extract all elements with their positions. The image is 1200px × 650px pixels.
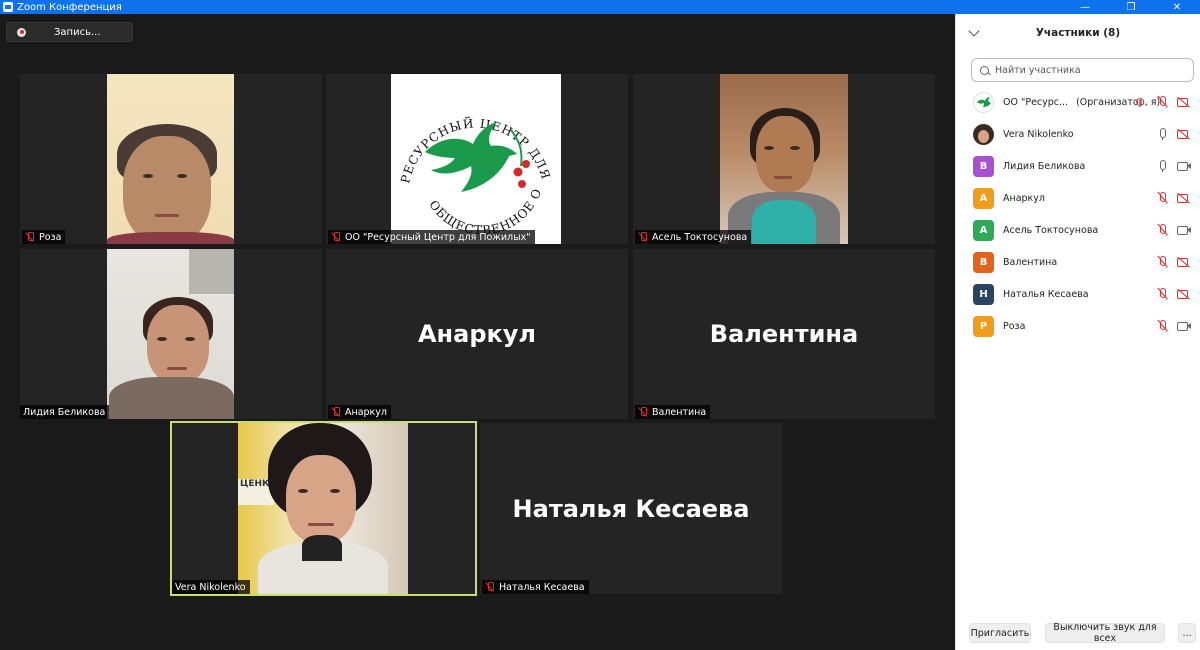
participants-header: Участники (8) [956, 14, 1200, 52]
participant-video: ЦЕНКА [238, 423, 408, 594]
participants-panel: Участники (8) ОО "Ресурс... (Организатор… [955, 14, 1200, 650]
participant-row[interactable]: А Анаркул [956, 182, 1200, 214]
recording-icon [1133, 95, 1147, 109]
video-tile-vera-active-speaker[interactable]: ЦЕНКА Vera Nikolenko [170, 421, 477, 596]
participant-name-tag: Vera Nikolenko [172, 580, 250, 594]
avatar-initial: Р [973, 315, 994, 337]
search-input[interactable] [995, 64, 1185, 76]
participant-row[interactable]: А Асель Токтосунова [956, 214, 1200, 246]
participant-video [107, 74, 234, 244]
camera-off-icon[interactable] [1177, 127, 1191, 141]
participant-display-name: Анаркул [417, 320, 537, 348]
window-title: Zoom Конференция [17, 1, 122, 13]
camera-off-icon[interactable] [1177, 191, 1191, 205]
mic-muted-icon [638, 407, 648, 417]
more-options-button[interactable]: ... [1178, 623, 1196, 643]
organization-avatar [973, 91, 994, 113]
avatar-photo [973, 123, 994, 145]
mic-muted-icon [638, 232, 648, 242]
participant-row[interactable]: Vera Nikolenko [956, 118, 1200, 150]
video-gallery: Запись... Роза РЕСУРСНЫЙ ЦЕНТР ДЛЯ ПО [0, 14, 955, 650]
mic-muted-icon[interactable] [1155, 287, 1169, 301]
restore-button[interactable]: ❐ [1108, 0, 1154, 14]
camera-icon[interactable] [1177, 319, 1191, 333]
video-tile-anarkul[interactable]: Анаркул Анаркул [326, 249, 628, 419]
logo-graphic: РЕСУРСНЫЙ ЦЕНТР ДЛЯ ПОЖИЛЫХ ОБЩЕСТВЕННОЕ… [384, 74, 553, 237]
participant-row[interactable]: ОО "Ресурс... (Организатор, я) [956, 86, 1200, 118]
mic-muted-icon[interactable] [1155, 319, 1169, 333]
recording-indicator[interactable]: Запись... [6, 22, 133, 42]
camera-off-icon[interactable] [1177, 287, 1191, 301]
participant-display-name: Валентина [709, 320, 859, 348]
participant-name: Анаркул [1003, 192, 1045, 204]
participant-name: ОО "Ресурс... [1003, 96, 1069, 108]
mute-all-button[interactable]: Выключить звук для всех [1045, 622, 1165, 644]
title-bar: Zoom Конференция — ❐ ✕ [0, 0, 1200, 14]
mic-muted-icon [331, 407, 341, 417]
participants-footer: Пригласить Выключить звук для всех ... [956, 614, 1200, 650]
participant-name: Асель Токтосунова [1003, 224, 1099, 236]
zoom-app-icon [3, 2, 13, 12]
participant-row[interactable]: В Валентина [956, 246, 1200, 278]
participant-video [107, 249, 234, 419]
recording-label: Запись... [54, 26, 101, 38]
participant-list: ОО "Ресурс... (Организатор, я) Vera Niko… [956, 86, 1200, 342]
participant-name-tag: Асель Токтосунова [635, 230, 752, 244]
organization-logo: РЕСУРСНЫЙ ЦЕНТР ДЛЯ ПОЖИЛЫХ ОБЩЕСТВЕННОЕ… [384, 74, 561, 244]
participant-name-tag: Лидия Беликова [20, 405, 110, 419]
mic-icon[interactable] [1155, 127, 1169, 141]
video-tile-natalya[interactable]: Наталья Кесаева Наталья Кесаева [480, 423, 782, 594]
participant-name-tag: Роза [22, 230, 66, 244]
video-tile-lidia[interactable]: Лидия Беликова [20, 249, 322, 419]
record-icon [17, 27, 26, 37]
mic-muted-icon[interactable] [1155, 223, 1169, 237]
video-tile-roza[interactable]: Роза [20, 74, 322, 244]
mic-muted-icon [25, 232, 35, 242]
camera-off-icon[interactable] [1177, 255, 1191, 269]
avatar-initial: В [973, 155, 994, 177]
participant-name-tag: Валентина [635, 405, 711, 419]
participant-name: Роза [1003, 320, 1026, 332]
camera-icon[interactable] [1177, 223, 1191, 237]
search-icon [980, 65, 989, 75]
avatar-initial: А [973, 219, 994, 241]
minimize-button[interactable]: — [1062, 0, 1108, 14]
mic-muted-icon [331, 232, 341, 242]
video-tile-valentina[interactable]: Валентина Валентина [633, 249, 935, 419]
participant-display-name: Наталья Кесаева [512, 494, 750, 523]
participant-row[interactable]: Н Наталья Кесаева [956, 278, 1200, 310]
close-button[interactable]: ✕ [1154, 0, 1200, 14]
video-tile-asel[interactable]: Асель Токтосунова [633, 74, 935, 244]
camera-off-icon[interactable] [1177, 95, 1191, 109]
mic-muted-icon[interactable] [1155, 191, 1169, 205]
participant-name-tag: Наталья Кесаева [482, 580, 589, 594]
participant-name: Валентина [1003, 256, 1058, 268]
participant-name: Лидия Беликова [1003, 160, 1086, 172]
camera-icon[interactable] [1177, 159, 1191, 173]
participant-name: Наталья Кесаева [1003, 288, 1089, 300]
invite-button[interactable]: Пригласить [969, 623, 1031, 643]
participant-name-tag: Анаркул [328, 405, 391, 419]
mic-muted-icon[interactable] [1155, 255, 1169, 269]
mic-icon[interactable] [1155, 159, 1169, 173]
mic-muted-icon [485, 582, 495, 592]
participants-title: Участники (8) [1035, 27, 1121, 39]
participant-row[interactable]: В Лидия Беликова [956, 150, 1200, 182]
avatar-initial: Н [973, 283, 994, 305]
mic-muted-icon[interactable] [1155, 95, 1169, 109]
participant-name-tag: ОО "Ресурсный Центр для Пожилых" [328, 230, 535, 244]
participant-row[interactable]: Р Роза [956, 310, 1200, 342]
participant-name: Vera Nikolenko [1003, 128, 1074, 140]
participant-search[interactable] [971, 58, 1194, 82]
avatar-initial: В [973, 251, 994, 273]
video-tile-organization[interactable]: РЕСУРСНЫЙ ЦЕНТР ДЛЯ ПОЖИЛЫХ ОБЩЕСТВЕННОЕ… [326, 74, 628, 244]
participant-video [720, 74, 848, 244]
avatar-initial: А [973, 187, 994, 209]
